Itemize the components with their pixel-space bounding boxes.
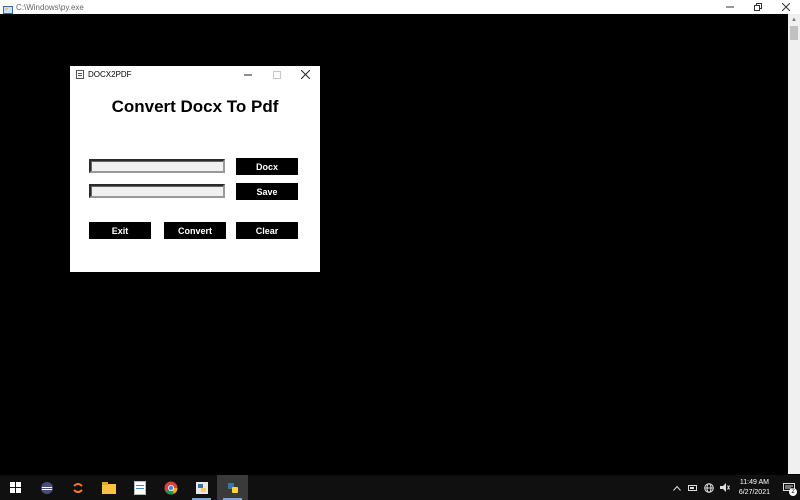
clear-button[interactable]: Clear <box>236 222 298 239</box>
battery-icon[interactable] <box>686 475 700 500</box>
console-titlebar: C:\Windows\py.exe <box>0 0 800 14</box>
close-icon[interactable] <box>772 0 800 14</box>
exit-button[interactable]: Exit <box>89 222 151 239</box>
console-title: C:\Windows\py.exe <box>16 2 84 12</box>
docx-button[interactable]: Docx <box>236 158 298 175</box>
clock-time: 11:49 AM <box>739 478 769 486</box>
page-title: Convert Docx To Pdf <box>111 97 279 116</box>
system-tray: 11:49 AM 6/27/2021 2 <box>669 475 800 500</box>
save-path-input[interactable] <box>89 184 225 198</box>
app-title: DOCX2PDF <box>88 70 132 79</box>
python-idle-icon[interactable] <box>186 475 217 500</box>
scroll-up-arrow-icon[interactable]: ▲ <box>788 14 800 26</box>
file-explorer-icon[interactable] <box>93 475 124 500</box>
network-globe-icon[interactable] <box>702 475 716 500</box>
app-titlebar: DOCX2PDF <box>70 66 320 83</box>
docx2pdf-window: DOCX2PDF Convert Docx To Pdf Docx Save E… <box>70 66 320 272</box>
python-console-icon <box>3 2 13 14</box>
taskbar: 11:49 AM 6/27/2021 2 <box>0 475 800 500</box>
scroll-thumb[interactable] <box>790 26 798 40</box>
notification-count-badge: 2 <box>789 488 797 496</box>
app-close-icon[interactable] <box>291 66 320 83</box>
docx-path-input[interactable] <box>89 159 225 173</box>
save-button[interactable]: Save <box>236 183 298 200</box>
taskbar-clock[interactable]: 11:49 AM 6/27/2021 <box>739 478 770 498</box>
chevron-up-icon[interactable] <box>670 475 684 500</box>
app-maximize-icon <box>262 66 291 83</box>
convert-button[interactable]: Convert <box>164 222 226 239</box>
clock-date: 6/27/2021 <box>738 488 770 496</box>
jupyter-icon[interactable] <box>62 475 93 500</box>
minimize-icon[interactable] <box>716 0 744 14</box>
app-minimize-icon[interactable] <box>233 66 262 83</box>
console-scrollbar[interactable]: ▲ <box>788 14 800 474</box>
volume-icon[interactable] <box>718 475 732 500</box>
restore-icon[interactable] <box>744 0 772 14</box>
chrome-icon[interactable] <box>155 475 186 500</box>
feather-app-icon <box>76 70 84 79</box>
eclipse-icon[interactable] <box>31 475 62 500</box>
action-center-icon[interactable]: 2 <box>778 475 800 500</box>
windows-start-icon[interactable] <box>0 475 31 500</box>
python-icon[interactable] <box>217 475 248 500</box>
notepad-icon[interactable] <box>124 475 155 500</box>
